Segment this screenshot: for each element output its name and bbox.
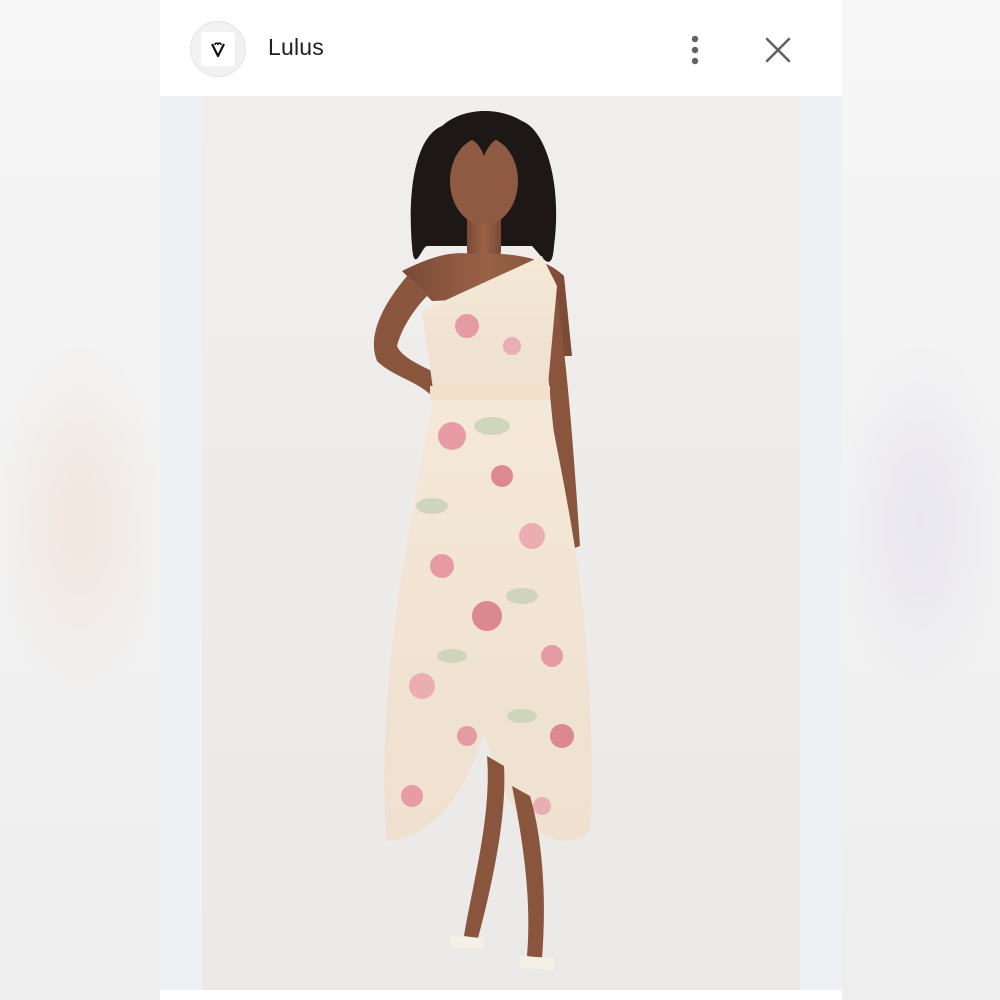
viewer-panel: Lulus	[160, 0, 842, 1000]
heart-v-logo-icon	[208, 39, 228, 59]
more-vertical-icon	[690, 34, 700, 66]
brand-name[interactable]: Lulus	[268, 34, 324, 61]
close-button[interactable]	[760, 32, 796, 68]
viewer-header: Lulus	[160, 0, 842, 96]
more-options-button[interactable]	[678, 30, 712, 70]
brand-avatar[interactable]	[190, 21, 246, 77]
model-illustration	[373, 110, 593, 970]
product-image[interactable]	[202, 96, 800, 990]
image-area	[160, 96, 842, 990]
close-icon	[765, 37, 791, 63]
